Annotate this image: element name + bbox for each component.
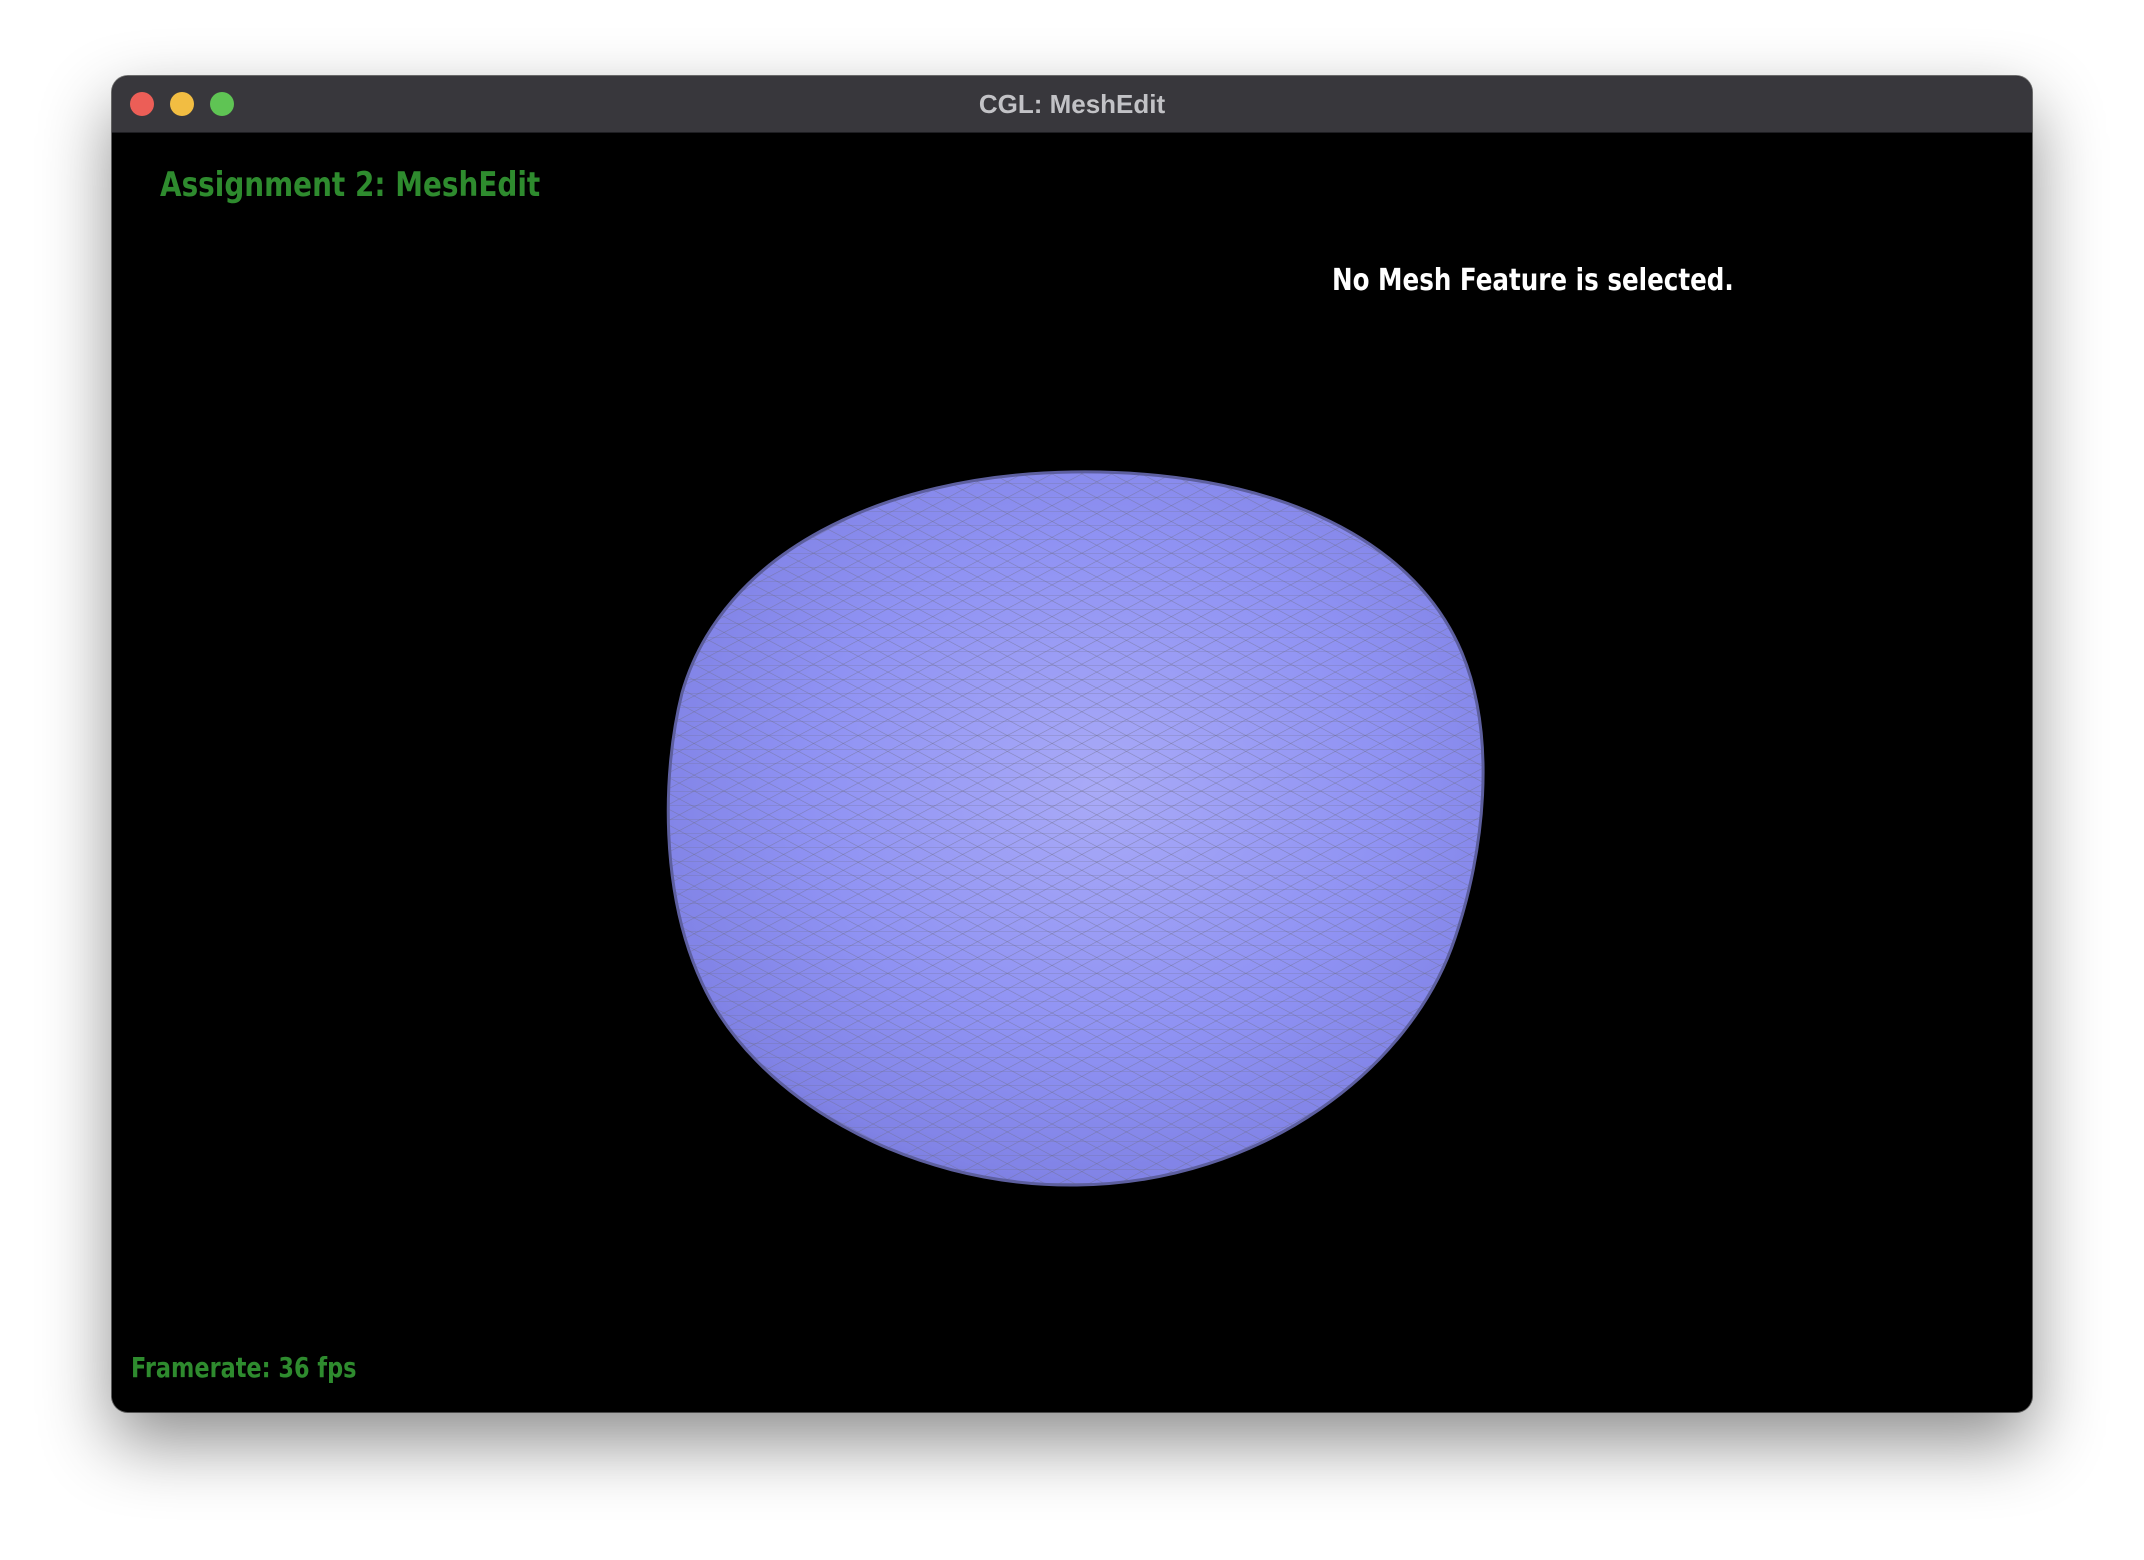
selection-status-text: No Mesh Feature is selected. [1332, 263, 1734, 298]
mesh-surface [668, 471, 1484, 1186]
app-heading: Assignment 2: MeshEdit [160, 165, 541, 205]
mesh-object[interactable] [112, 133, 2032, 1412]
window-title: CGL: MeshEdit [978, 89, 1166, 119]
render-viewport[interactable]: Assignment 2: MeshEdit No Mesh Feature i… [112, 133, 2032, 1412]
title-bar[interactable]: CGL: MeshEdit [112, 76, 2032, 133]
app-window: CGL: MeshEdit Assignment 2: MeshEdit No … [112, 76, 2032, 1412]
framerate-readout: Framerate: 36 fps [131, 1351, 357, 1384]
